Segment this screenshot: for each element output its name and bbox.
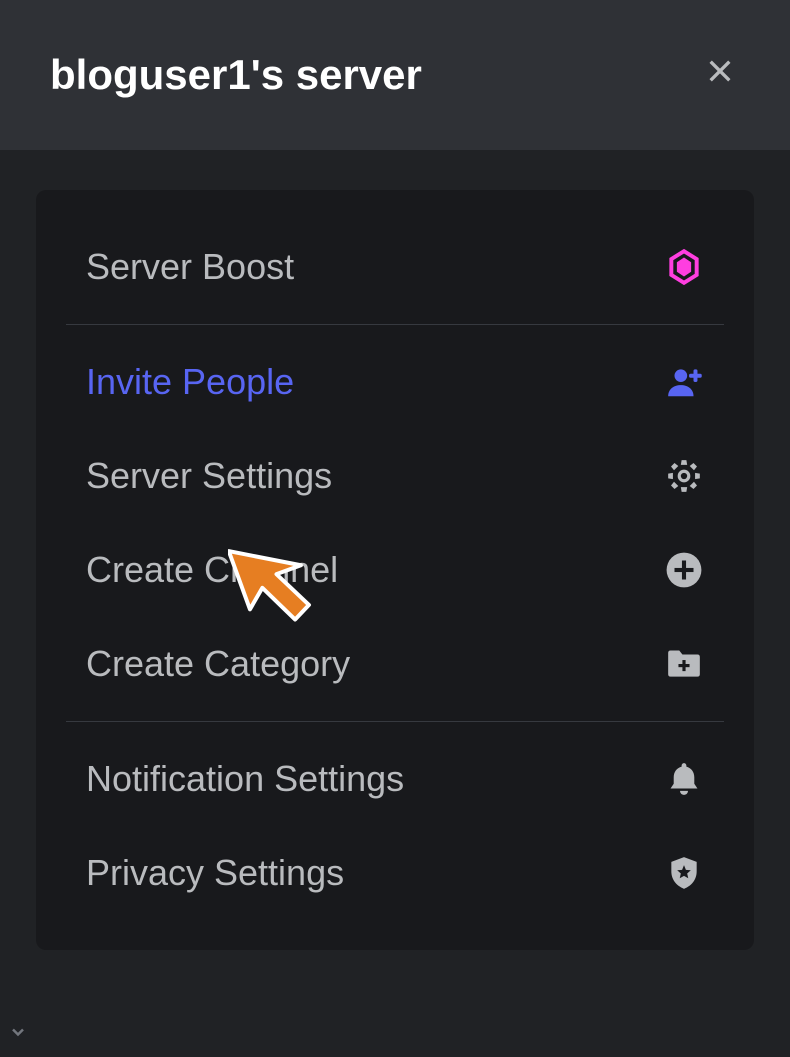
- menu-divider: [66, 721, 724, 722]
- menu-item-label: Server Boost: [86, 246, 294, 288]
- menu-item-label: Invite People: [86, 361, 294, 403]
- bell-icon: [664, 759, 704, 799]
- close-icon: [704, 55, 736, 95]
- menu-item-label: Create Category: [86, 643, 350, 685]
- folder-plus-icon: [664, 644, 704, 684]
- menu-item-server-settings[interactable]: Server Settings: [36, 429, 754, 523]
- menu-divider: [66, 324, 724, 325]
- menu-item-label: Notification Settings: [86, 758, 404, 800]
- menu-item-create-category[interactable]: Create Category: [36, 617, 754, 711]
- close-button[interactable]: [700, 55, 740, 95]
- chevron-down-icon: [8, 1022, 28, 1047]
- boost-icon: [664, 247, 704, 287]
- gear-icon: [664, 456, 704, 496]
- server-menu-header: bloguser1's server: [0, 0, 790, 150]
- menu-item-label: Create Channel: [86, 549, 338, 591]
- menu-item-server-boost[interactable]: Server Boost: [36, 220, 754, 314]
- menu-item-create-channel[interactable]: Create Channel: [36, 523, 754, 617]
- menu-item-label: Privacy Settings: [86, 852, 344, 894]
- add-person-icon: [664, 362, 704, 402]
- server-dropdown-menu: Server Boost Invite People Server Settin…: [36, 190, 754, 950]
- menu-item-label: Server Settings: [86, 455, 332, 497]
- shield-star-icon: [664, 853, 704, 893]
- menu-item-privacy-settings[interactable]: Privacy Settings: [36, 826, 754, 920]
- menu-item-notification-settings[interactable]: Notification Settings: [36, 732, 754, 826]
- server-name-title: bloguser1's server: [50, 51, 422, 99]
- plus-circle-icon: [664, 550, 704, 590]
- menu-item-invite-people[interactable]: Invite People: [36, 335, 754, 429]
